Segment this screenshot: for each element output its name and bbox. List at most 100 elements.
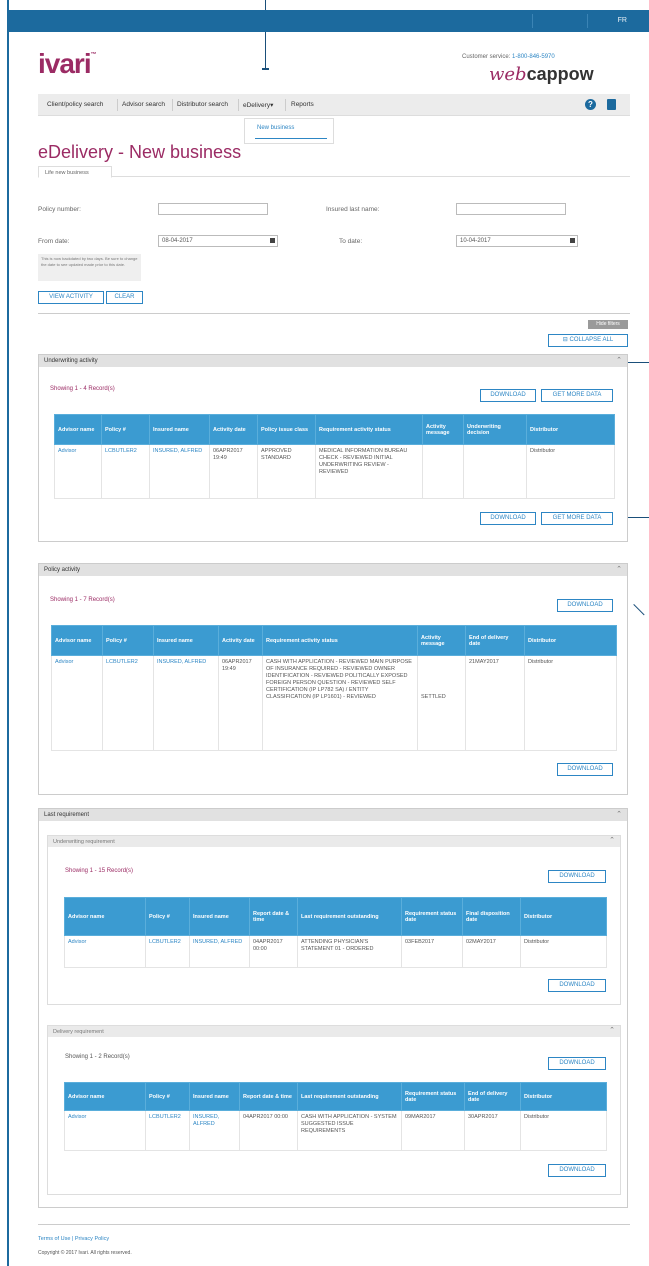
nav-advisor-search[interactable]: Advisor search (122, 101, 165, 108)
insured-link[interactable]: INSURED, ALFRED (153, 655, 219, 751)
from-date-input[interactable]: 08-04-2017 (158, 235, 278, 247)
last-requirement-header[interactable]: Last requirement ⌃ (39, 809, 627, 821)
advisor-link[interactable]: Advisor (51, 655, 103, 751)
chevron-up-icon[interactable]: ⌃ (616, 565, 622, 573)
column-header[interactable]: Activity date (218, 625, 263, 656)
column-header[interactable]: Activity date (209, 414, 258, 445)
table-row: Advisor LCBUTLER2 INSURED, ALFRED 06APR2… (51, 655, 617, 751)
column-header[interactable]: Policy # (101, 414, 150, 445)
distributor-cell: Distributor (526, 444, 615, 499)
column-header[interactable]: Report date & time (249, 897, 298, 936)
hide-filters-button[interactable]: Hide filters (588, 320, 628, 329)
column-header[interactable]: Distributor (524, 625, 617, 656)
download-button[interactable]: DOWNLOAD (548, 979, 606, 992)
nav-reports[interactable]: Reports (291, 101, 314, 108)
download-button[interactable]: DOWNLOAD (557, 599, 613, 612)
top-bar: FR (7, 10, 649, 32)
column-header[interactable]: Report date & time (239, 1082, 298, 1111)
dropdown-new-business[interactable]: New business (257, 125, 294, 131)
column-header[interactable]: Insured name (153, 625, 219, 656)
table-header-row: Advisor name Policy # Insured name Repor… (64, 897, 607, 936)
clear-button[interactable]: CLEAR (106, 291, 143, 304)
column-header[interactable]: Insured name (149, 414, 210, 445)
chevron-up-icon[interactable]: ⌃ (609, 1026, 615, 1034)
ivari-logo[interactable]: ivari™ (38, 48, 97, 80)
to-date-input[interactable]: 10-04-2017 (456, 235, 578, 247)
insured-link[interactable]: INSURED, ALFRED (149, 444, 210, 499)
column-header[interactable]: Insured name (189, 1082, 240, 1111)
calendar-icon[interactable] (270, 238, 275, 243)
get-more-data-button[interactable]: GET MORE DATA (541, 389, 613, 402)
column-header[interactable]: Policy # (145, 897, 190, 936)
column-header[interactable]: Advisor name (64, 897, 146, 936)
topbar-separator (532, 14, 533, 28)
from-date-label: From date: (38, 238, 70, 245)
help-icon[interactable]: ? (585, 99, 596, 110)
column-header[interactable]: Advisor name (54, 414, 102, 445)
end-of-delivery-date-cell: 21MAY2017 (465, 655, 525, 751)
download-button[interactable]: DOWNLOAD (548, 1164, 606, 1177)
nav-client-policy-search[interactable]: Client/policy search (47, 101, 103, 108)
column-header[interactable]: Last requirement outstanding (297, 897, 402, 936)
download-button[interactable]: DOWNLOAD (480, 512, 536, 525)
column-header[interactable]: End of delivery date (465, 625, 525, 656)
column-header[interactable]: Advisor name (64, 1082, 146, 1111)
tab-life-new-business[interactable]: Life new business (38, 166, 112, 178)
download-button[interactable]: DOWNLOAD (480, 389, 536, 402)
insured-last-name-input[interactable] (456, 203, 566, 215)
column-header[interactable]: Distributor (520, 897, 607, 936)
column-header[interactable]: Requirement activity status (315, 414, 423, 445)
policy-link[interactable]: LCBUTLER2 (145, 1110, 190, 1151)
policy-link[interactable]: LCBUTLER2 (101, 444, 150, 499)
view-activity-button[interactable]: VIEW ACTIVITY (38, 291, 104, 304)
column-header[interactable]: Final disposition date (462, 897, 521, 936)
chevron-up-icon[interactable]: ⌃ (616, 356, 622, 364)
column-header[interactable]: Requirement activity status (262, 625, 418, 656)
download-button[interactable]: DOWNLOAD (548, 870, 606, 883)
calendar-icon[interactable] (570, 238, 575, 243)
chevron-up-icon[interactable]: ⌃ (616, 810, 622, 818)
requirement-status-cell: CASH WITH APPLICATION - REVIEWED MAIN PU… (262, 655, 418, 751)
underwriting-activity-header[interactable]: Underwriting activity ⌃ (39, 355, 627, 367)
insured-link[interactable]: INSURED, ALFRED (189, 1110, 240, 1151)
column-header[interactable]: Activity message (422, 414, 464, 445)
footer-links[interactable]: Terms of Use | Privacy Policy (38, 1236, 109, 1242)
policy-number-input[interactable] (158, 203, 268, 215)
collapse-all-button[interactable]: ⊟ COLLAPSE ALL (548, 334, 628, 347)
column-header[interactable]: Requirement status date (401, 1082, 465, 1111)
policy-link[interactable]: LCBUTLER2 (145, 935, 190, 968)
delivery-requirement-header[interactable]: Delivery requirement ⌃ (48, 1026, 620, 1037)
customer-service-phone[interactable]: 1-800-846-5970 (512, 54, 555, 60)
download-button[interactable]: DOWNLOAD (548, 1057, 606, 1070)
advisor-link[interactable]: Advisor (64, 935, 146, 968)
requirement-status-date-cell: 03FEB2017 (401, 935, 463, 968)
column-header[interactable]: Policy # (145, 1082, 190, 1111)
policy-activity-header[interactable]: Policy activity ⌃ (39, 564, 627, 576)
column-header[interactable]: Distributor (526, 414, 615, 445)
download-button[interactable]: DOWNLOAD (557, 763, 613, 776)
chevron-up-icon[interactable]: ⌃ (609, 836, 615, 844)
column-header[interactable]: Insured name (189, 897, 250, 936)
advisor-link[interactable]: Advisor (54, 444, 102, 499)
edelivery-dropdown: New business (244, 118, 334, 144)
column-header[interactable]: Advisor name (51, 625, 103, 656)
advisor-link[interactable]: Advisor (64, 1110, 146, 1151)
column-header[interactable]: Last requirement outstanding (297, 1082, 402, 1111)
column-header[interactable]: Policy # (102, 625, 154, 656)
column-header[interactable]: Distributor (520, 1082, 607, 1111)
column-header[interactable]: Requirement status date (401, 897, 463, 936)
column-header[interactable]: Policy issue class (257, 414, 316, 445)
get-more-data-button[interactable]: GET MORE DATA (541, 512, 613, 525)
book-icon[interactable] (607, 99, 616, 110)
policy-activity-table: Advisor name Policy # Insured name Activ… (51, 625, 617, 751)
column-header[interactable]: Underwriting decision (463, 414, 527, 445)
language-toggle[interactable]: FR (618, 17, 627, 24)
underwriting-requirement-header[interactable]: Underwriting requirement ⌃ (48, 836, 620, 847)
column-header[interactable]: Activity message (417, 625, 466, 656)
nav-edelivery[interactable]: eDelivery▾ (243, 101, 273, 109)
insured-link[interactable]: INSURED, ALFRED (189, 935, 250, 968)
policy-link[interactable]: LCBUTLER2 (102, 655, 154, 751)
column-header[interactable]: End of delivery date (464, 1082, 521, 1111)
nav-divider (238, 99, 239, 111)
nav-distributor-search[interactable]: Distributor search (177, 101, 228, 108)
